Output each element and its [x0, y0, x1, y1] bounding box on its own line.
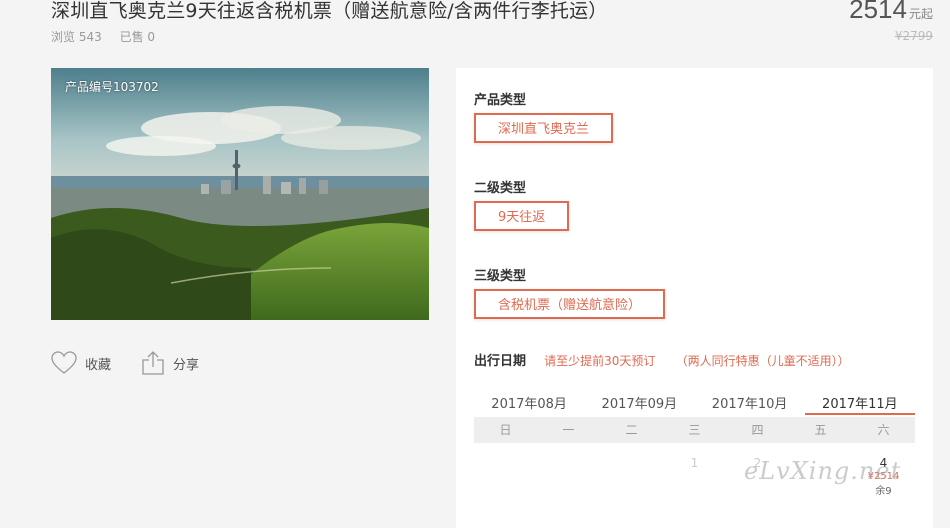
booking-note: 请至少提前30天预订 [544, 354, 656, 368]
weekday-mon: 一 [562, 423, 575, 437]
third-type-label: 三级类型 [474, 269, 527, 284]
weekday-fri: 五 [814, 423, 827, 437]
views-count: 浏览 543 [51, 30, 102, 44]
weekday-sat: 六 [877, 423, 890, 437]
share-label: 分享 [173, 357, 200, 373]
calendar-day [600, 456, 663, 516]
original-price: ¥2799 [894, 29, 933, 43]
tab-month-sep[interactable]: 2017年09月 [584, 391, 694, 415]
promo-note: （两人同行特惠（儿童不适用）） [675, 354, 850, 368]
weekday-wed: 三 [688, 423, 701, 437]
favorite-label: 收藏 [85, 357, 112, 373]
tab-month-nov[interactable]: 2017年11月 [804, 391, 915, 415]
calendar-day [537, 456, 600, 516]
weekday-header: 日 一 二 三 四 五 六 [474, 417, 915, 443]
tab-month-oct[interactable]: 2017年10月 [695, 391, 805, 415]
action-bar: 收藏 分享 [51, 350, 229, 376]
share-icon [142, 351, 164, 375]
product-type-label: 产品类型 [474, 93, 527, 108]
product-stats: 浏览 543 已售 0 [51, 28, 169, 45]
favorite-button[interactable]: 收藏 [51, 351, 111, 375]
travel-date-label: 出行日期 [474, 354, 527, 369]
price-unit: 元起 [908, 7, 933, 21]
second-type-label: 二级类型 [474, 181, 527, 196]
product-photo: 产品编号103702 [51, 68, 429, 320]
travel-date-row: 出行日期 请至少提前30天预订 （两人同行特惠（儿童不适用）） [474, 350, 850, 369]
city-photo-image [51, 68, 429, 320]
heart-icon [51, 351, 77, 374]
product-title: 深圳直飞奥克兰9天往返含税机票（赠送航意险/含两件行李托运） [51, 0, 608, 22]
weekday-thu: 四 [751, 423, 764, 437]
second-type-option[interactable]: 9天往返 [474, 201, 570, 231]
share-button[interactable]: 分享 [141, 350, 199, 376]
weekday-sun: 日 [499, 423, 512, 437]
tab-month-aug[interactable]: 2017年08月 [474, 391, 584, 415]
sold-count: 已售 0 [119, 30, 156, 44]
product-type-option[interactable]: 深圳直飞奥克兰 [474, 113, 614, 143]
product-code: 产品编号103702 [65, 80, 159, 94]
price: 2514 [849, 0, 907, 24]
third-type-option[interactable]: 含税机票（赠送航意险） [474, 289, 666, 319]
watermark: eLvXing.net [744, 457, 902, 485]
calendar-day: 1 [690, 456, 699, 470]
weekday-tue: 二 [625, 423, 638, 437]
month-tabs: 2017年08月 2017年09月 2017年10月 2017年11月 [474, 391, 915, 415]
price-box: 2514 元起 ¥2799 [849, 0, 933, 43]
calendar-day [474, 456, 537, 516]
